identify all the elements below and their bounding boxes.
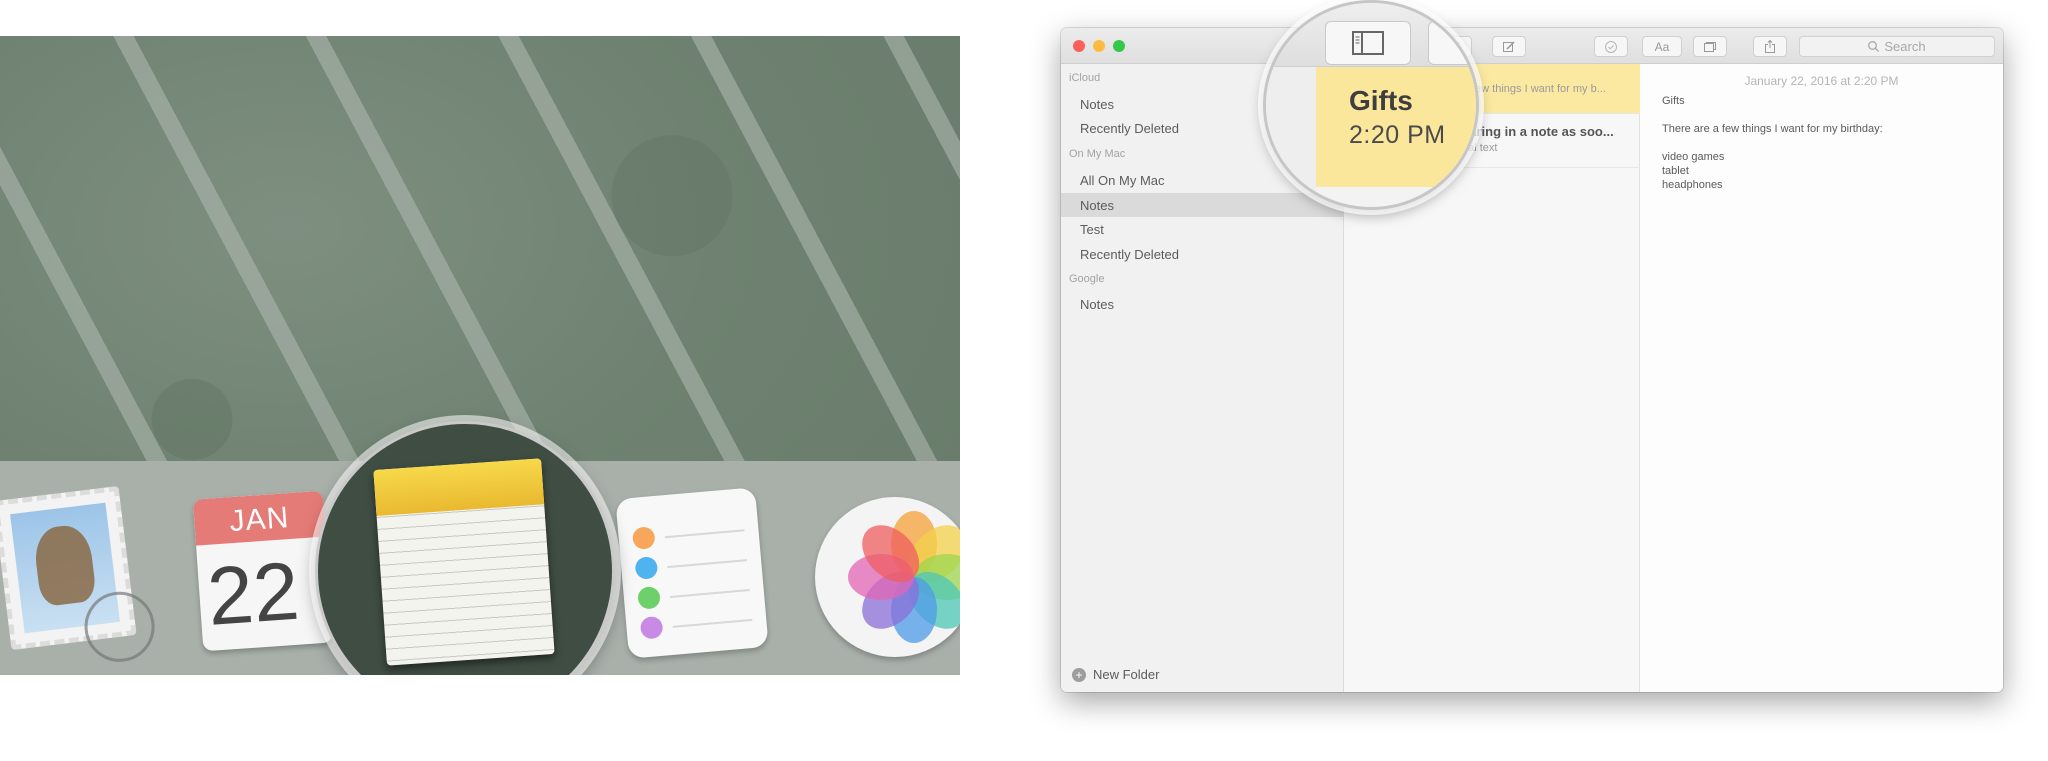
section-header-google: Google (1069, 273, 1105, 285)
composite-screenshot: JAN 22 Aa Search iCloud Notes Recently D… (0, 0, 2048, 761)
note-body-line: video games (1662, 151, 1725, 163)
sidebar-item-label: Notes (1080, 197, 1114, 213)
minimize-button[interactable] (1093, 40, 1105, 52)
magnified-note-row[interactable]: Gifts 2:20 PM (1316, 67, 1476, 187)
search-placeholder: Search (1884, 39, 1926, 54)
sidebar-item-label: Notes (1080, 296, 1114, 312)
section-header-icloud: iCloud (1069, 72, 1101, 84)
magnified-toolbar (1266, 3, 1476, 67)
close-button[interactable] (1073, 40, 1085, 52)
new-note-button[interactable] (1492, 36, 1526, 57)
sidebar-item-test[interactable]: Test (1061, 217, 1344, 241)
note-title: earing in a note as soo... (1462, 124, 1614, 139)
sidebar-item-google-notes[interactable]: Notes (1061, 292, 1344, 316)
magnifier-toolbar: Gifts 2:20 PM (1263, 0, 1479, 210)
checkmark-circle-icon (1605, 40, 1617, 53)
reminder-dot-green (637, 585, 661, 610)
note-title: Gifts (1349, 85, 1413, 116)
sidebar-icon (1352, 31, 1384, 55)
sidebar-item-label: Notes (1080, 96, 1114, 112)
reminder-dot-blue (634, 556, 659, 580)
note-body-line: There are a few things I want for my bir… (1662, 123, 1883, 135)
share-button[interactable] (1753, 36, 1787, 57)
note-body-line: tablet (1662, 165, 1689, 177)
note-body-line: Gifts (1662, 95, 1685, 107)
compose-icon (1503, 40, 1515, 52)
reminders-app-icon[interactable] (615, 487, 769, 659)
magnifier-notes-icon (315, 421, 615, 675)
reminder-dot-orange (631, 526, 656, 550)
checklist-button[interactable] (1594, 36, 1628, 57)
plus-circle-icon: + (1072, 667, 1086, 682)
reminder-line (664, 529, 745, 539)
note-date: January 22, 2016 at 2:20 PM (1744, 74, 1899, 88)
zoom-button[interactable] (1113, 40, 1125, 52)
desktop-wallpaper: JAN 22 (0, 36, 960, 675)
notes-app-icon[interactable] (373, 458, 555, 666)
sidebar-item-mac-recently-deleted[interactable]: Recently Deleted (1061, 242, 1344, 266)
sidebar-item-label: All On My Mac (1080, 172, 1165, 188)
notes-pad-binding (373, 458, 545, 516)
new-folder-button[interactable]: + New Folder (1072, 667, 1159, 682)
mail-app-icon[interactable] (0, 485, 159, 666)
reminder-line (669, 589, 750, 599)
share-icon (1765, 40, 1775, 53)
calendar-day-label: 22 (204, 545, 302, 643)
calendar-app-icon[interactable]: JAN 22 (192, 490, 334, 652)
format-button[interactable]: Aa (1642, 36, 1682, 57)
magnified-sidebar-toggle-button[interactable] (1325, 21, 1411, 65)
toolbar: Aa Search (1061, 28, 2003, 64)
reminder-dot-purple (639, 615, 664, 640)
note-body-line: headphones (1662, 179, 1723, 191)
search-icon (1868, 41, 1880, 52)
reminder-line (672, 618, 753, 628)
attachments-icon (1704, 41, 1716, 52)
note-editor[interactable]: January 22, 2016 at 2:20 PM Gifts There … (1640, 64, 2003, 692)
section-header-on-my-mac: On My Mac (1069, 148, 1126, 160)
note-snippet: few things I want for my b... (1472, 83, 1606, 95)
attachments-button[interactable] (1693, 36, 1727, 57)
photos-app-icon[interactable] (815, 497, 960, 657)
dock: JAN 22 (0, 421, 960, 675)
text-format-icon: Aa (1654, 39, 1670, 54)
sidebar-item-label: Recently Deleted (1080, 246, 1179, 262)
magnified-delete-button[interactable] (1428, 21, 1476, 65)
reminder-line (667, 559, 748, 569)
notes-window: Aa Search iCloud Notes Recently Deleted … (1061, 28, 2003, 692)
sidebar-item-label: Recently Deleted (1080, 120, 1179, 136)
magnified-sidebar (1266, 67, 1316, 207)
new-folder-label: New Folder (1093, 667, 1160, 682)
sidebar-item-label: Test (1080, 221, 1104, 237)
note-time: 2:20 PM (1349, 121, 1446, 149)
search-input[interactable]: Search (1799, 36, 1995, 57)
